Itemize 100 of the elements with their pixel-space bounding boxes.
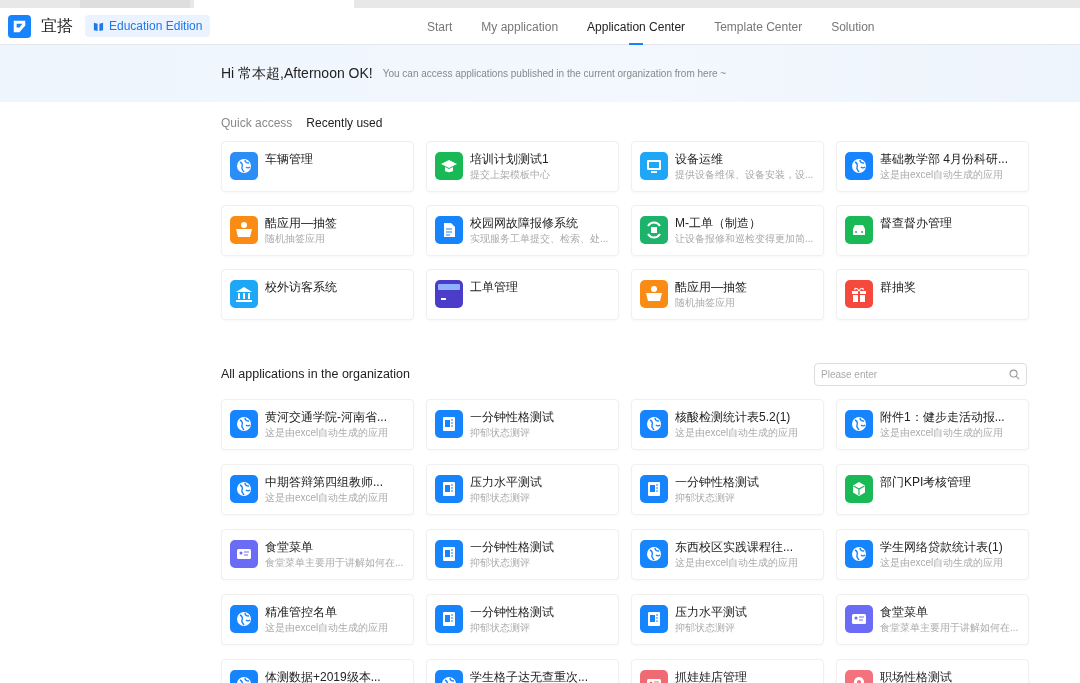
app-name: 宜搭 [41,16,73,36]
app-card[interactable]: 黄河交通学院-河南省... 这是由excel自动生成的应用 [221,399,414,450]
app-title: 一分钟性格测试 [470,410,554,425]
app-description: 抑郁状态测评 [470,557,531,569]
nav-tab[interactable]: Application Center [587,8,686,45]
app-card[interactable]: 食堂菜单 食堂菜单主要用于讲解如何在... [221,529,414,580]
app-title: 一分钟性格测试 [470,605,554,620]
app-card[interactable]: 一分钟性格测试 抑郁状态测评 [426,594,619,645]
app-title: 一分钟性格测试 [470,540,554,555]
app-card[interactable]: 一分钟性格测试 抑郁状态测评 [426,529,619,580]
app-card[interactable]: 学生格子达无查重次... [426,659,619,683]
app-title: 酷应用—抽签 [265,216,337,231]
app-card[interactable]: 职场性格测试 [836,659,1029,683]
edition-badge[interactable]: Education Edition [85,15,211,37]
app-card[interactable]: 群抽奖 [836,269,1029,320]
app-description: 这是由excel自动生成的应用 [675,557,799,569]
app-title: 东西校区实践课程往... [675,540,794,555]
app-card[interactable]: 督查督办管理 [836,205,1029,256]
app-title: 一分钟性格测试 [675,475,759,490]
app-card[interactable]: 食堂菜单 食堂菜单主要用于讲解如何在... [836,594,1029,645]
app-card[interactable]: 工单管理 [426,269,619,320]
app-card[interactable]: 抓娃娃店管理 [631,659,824,683]
app-title: 核酸检测统计表5.2(1) [675,410,792,425]
hint-text: You can access applications published in the current organization from here ~ [382,67,727,81]
app-card[interactable]: 设备运维 提供设备维保、设备安装，设... [631,141,824,192]
app-card[interactable]: 培训计划测试1 提交上架模板中心 [426,141,619,192]
app-description: 抑郁状态测评 [675,622,736,634]
app-title: 职场性格测试 [880,670,952,683]
app-card[interactable]: 压力水平测试 抑郁状态测评 [426,464,619,515]
search-field[interactable]: Please enter [814,363,1027,386]
app-card[interactable]: 核酸检测统计表5.2(1) 这是由excel自动生成的应用 [631,399,824,450]
app-card[interactable]: 体测数据+2019级本... [221,659,414,683]
app-card[interactable]: 压力水平测试 抑郁状态测评 [631,594,824,645]
app-description: 实现服务工单提交、检索、处... [470,233,609,245]
app-card[interactable]: 校园网故障报修系统 实现服务工单提交、检索、处... [426,205,619,256]
app-card[interactable]: 酷应用—抽签 随机抽签应用 [631,269,824,320]
app-title: 食堂菜单 [265,540,314,555]
app-description: 这是由excel自动生成的应用 [265,622,389,634]
app-card[interactable]: 酷应用—抽签 随机抽签应用 [221,205,414,256]
app-title: 设备运维 [675,152,724,167]
app-card[interactable]: 附件1：健步走活动报... 这是由excel自动生成的应用 [836,399,1029,450]
nav-tab[interactable]: Template Center [714,8,803,45]
app-title: 抓娃娃店管理 [675,670,747,683]
app-title: 酷应用—抽签 [675,280,747,295]
app-title: 校外访客系统 [265,280,337,295]
app-title: 部门KPI考核管理 [880,475,972,490]
logo-icon [8,14,31,38]
tab[interactable]: Recently used [306,114,383,132]
app-description: 这是由excel自动生成的应用 [880,169,1005,181]
app-title: 工单管理 [470,280,518,295]
tab[interactable]: Quick access [221,114,293,132]
app-title: 车辆管理 [265,152,313,167]
app-title: 基础教学部 4月份科研... [880,152,1008,167]
app-description: 抑郁状态测评 [470,622,531,634]
nav-tab[interactable]: Start [427,8,453,45]
app-description: 让设备报修和巡检变得更加简... [675,233,814,245]
app-description: 抑郁状态测评 [470,427,531,439]
app-card[interactable]: 一分钟性格测试 抑郁状态测评 [631,464,824,515]
app-card[interactable]: 精准管控名单 这是由excel自动生成的应用 [221,594,414,645]
app-description: 随机抽签应用 [675,297,736,309]
app-card[interactable]: 中期答辩第四组教师... 这是由excel自动生成的应用 [221,464,414,515]
nav-tab[interactable]: Solution [831,8,875,45]
app-description: 提交上架模板中心 [470,169,550,181]
app-title: 群抽奖 [880,280,916,295]
app-description: 这是由excel自动生成的应用 [265,492,389,504]
section-title: All applications in the organization [221,366,410,384]
app-card[interactable]: 部门KPI考核管理 [836,464,1029,515]
app-title: 压力水平测试 [675,605,747,620]
app-title: 附件1：健步走活动报... [880,410,1005,425]
app-card[interactable]: 东西校区实践课程往... 这是由excel自动生成的应用 [631,529,824,580]
app-title: 黄河交通学院-河南省... [265,410,388,425]
app-title: 食堂菜单 [880,605,929,620]
app-card[interactable]: 学生网络贷款统计表(1) 这是由excel自动生成的应用 [836,529,1029,580]
app-description: 提供设备维保、设备安装，设... [675,169,814,181]
search-icon [1009,369,1020,380]
app-title: 精准管控名单 [265,605,338,620]
browser-tab[interactable] [80,0,190,8]
app-description: 抑郁状态测评 [675,492,736,504]
book-icon [93,20,104,32]
app-title: 学生网络贷款统计表(1) [880,540,1004,555]
app-title: 体测数据+2019级本... [265,670,381,683]
app-description: 这是由excel自动生成的应用 [265,427,389,439]
app-title: 压力水平测试 [470,475,542,490]
app-description: 这是由excel自动生成的应用 [675,427,799,439]
app-title: 校园网故障报修系统 [470,216,579,231]
app-card[interactable]: 校外访客系统 [221,269,414,320]
app-title: 督查督办管理 [880,216,952,231]
app-description: 食堂菜单主要用于讲解如何在... [880,622,1019,634]
greeting-text: Hi 常本超,Afternoon OK! [221,64,373,83]
app-card[interactable]: 一分钟性格测试 抑郁状态测评 [426,399,619,450]
app-description: 抑郁状态测评 [470,492,531,504]
app-description: 随机抽签应用 [265,233,326,245]
app-title: 培训计划测试1 [470,152,550,167]
app-title: 中期答辩第四组教师... [265,475,384,490]
app-description: 这是由excel自动生成的应用 [880,557,1004,569]
app-description: 这是由excel自动生成的应用 [880,427,1005,439]
nav-tab[interactable]: My application [481,8,559,45]
app-card[interactable]: M-工单（制造） 让设备报修和巡检变得更加简... [631,205,824,256]
app-card[interactable]: 车辆管理 [221,141,414,192]
app-card[interactable]: 基础教学部 4月份科研... 这是由excel自动生成的应用 [836,141,1029,192]
